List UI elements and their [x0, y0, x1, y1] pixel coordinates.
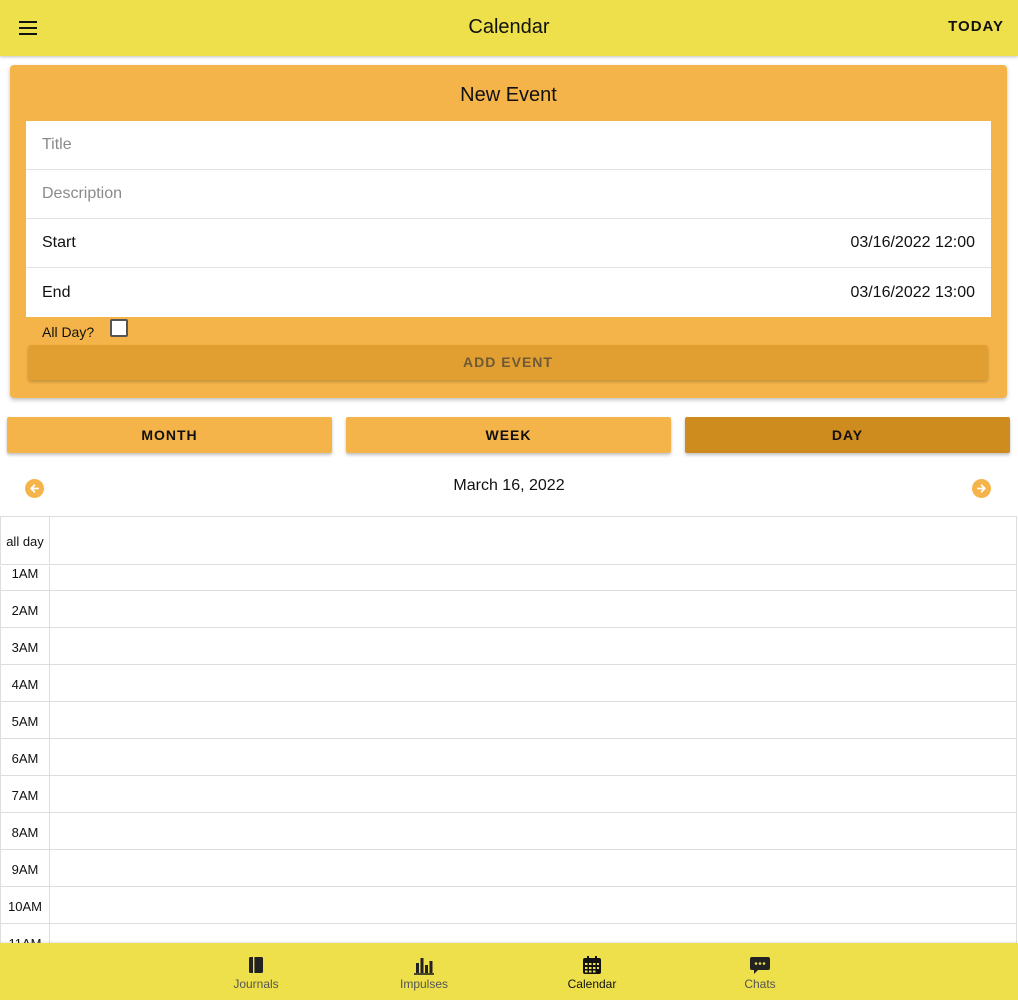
new-event-card: New Event Start 03/16/2022 12:00 End 03/…: [10, 65, 1007, 398]
page-title: Calendar: [468, 16, 550, 38]
start-label: Start: [42, 234, 76, 251]
hour-label: 8AM: [0, 813, 50, 850]
day-view-button[interactable]: DAY: [685, 417, 1010, 453]
hour-label: 11AM: [0, 924, 50, 943]
hour-label: 3AM: [0, 628, 50, 665]
hour-label: 5AM: [0, 702, 50, 739]
nav-journals-label: Journals: [233, 977, 279, 991]
title-input[interactable]: [42, 136, 975, 154]
hour-slot[interactable]: 3AM: [0, 628, 1016, 665]
bottom-navigation: Journals Impulses Calendar Chats: [0, 943, 1018, 1000]
hour-slot[interactable]: 4AM: [0, 665, 1016, 702]
add-event-button[interactable]: ADD EVENT: [28, 345, 988, 380]
nav-impulses-label: Impulses: [399, 977, 449, 991]
hour-slot[interactable]: 9AM: [0, 850, 1016, 887]
hour-slot[interactable]: 7AM: [0, 776, 1016, 813]
month-view-button[interactable]: MONTH: [7, 417, 332, 453]
description-input[interactable]: [42, 185, 975, 203]
chat-bubble-icon: [750, 957, 770, 974]
nav-chats[interactable]: Chats: [700, 943, 820, 1000]
hour-slot[interactable]: 11AM: [0, 924, 1016, 943]
nav-calendar-label: Calendar: [567, 977, 617, 991]
end-row[interactable]: End 03/16/2022 13:00: [26, 268, 991, 317]
hour-slot[interactable]: 5AM: [0, 702, 1016, 739]
start-row[interactable]: Start 03/16/2022 12:00: [26, 219, 991, 268]
top-app-bar: Calendar TODAY: [0, 0, 1018, 56]
nav-calendar[interactable]: Calendar: [532, 943, 652, 1000]
end-datetime[interactable]: 03/16/2022 13:00: [850, 284, 975, 302]
next-day-arrow-icon[interactable]: [972, 479, 991, 498]
day-calendar-grid: all day 1AM 2AM 3AM 4AM 5AM 6AM 7AM 8AM …: [0, 516, 1017, 943]
hour-label: 10AM: [0, 887, 50, 924]
hour-label: 1AM: [0, 566, 50, 591]
new-event-title: New Event: [460, 84, 557, 106]
hour-slot[interactable]: 2AM: [0, 591, 1016, 628]
all-day-checkbox[interactable]: [110, 319, 129, 337]
hour-label: 9AM: [0, 850, 50, 887]
nav-journals[interactable]: Journals: [196, 943, 316, 1000]
hour-slot[interactable]: 6AM: [0, 739, 1016, 776]
book-icon: [249, 957, 263, 973]
title-row: [26, 121, 991, 170]
end-label: End: [42, 283, 71, 301]
current-date: March 16, 2022: [453, 477, 565, 494]
week-view-button[interactable]: WEEK: [346, 417, 671, 453]
today-button[interactable]: TODAY: [948, 18, 1004, 35]
hour-slot[interactable]: 10AM: [0, 887, 1016, 924]
bar-chart-icon: [414, 958, 434, 975]
hour-label: 4AM: [0, 665, 50, 702]
hour-slot[interactable]: 1AM: [0, 566, 1016, 591]
nav-impulses[interactable]: Impulses: [364, 943, 484, 1000]
event-form: Start 03/16/2022 12:00 End 03/16/2022 13…: [26, 121, 991, 317]
all-day-slot[interactable]: all day: [0, 517, 1016, 565]
hour-label: 2AM: [0, 591, 50, 628]
description-row: [26, 170, 991, 219]
hour-label: 7AM: [0, 776, 50, 813]
hour-label: 6AM: [0, 739, 50, 776]
start-datetime[interactable]: 03/16/2022 12:00: [850, 234, 975, 252]
all-day-field: All Day?: [42, 316, 129, 340]
hour-slot[interactable]: 8AM: [0, 813, 1016, 850]
calendar-icon: [583, 956, 601, 974]
all-day-label: All Day?: [42, 324, 95, 340]
nav-chats-label: Chats: [744, 977, 776, 991]
all-day-gutter-label: all day: [0, 517, 50, 565]
